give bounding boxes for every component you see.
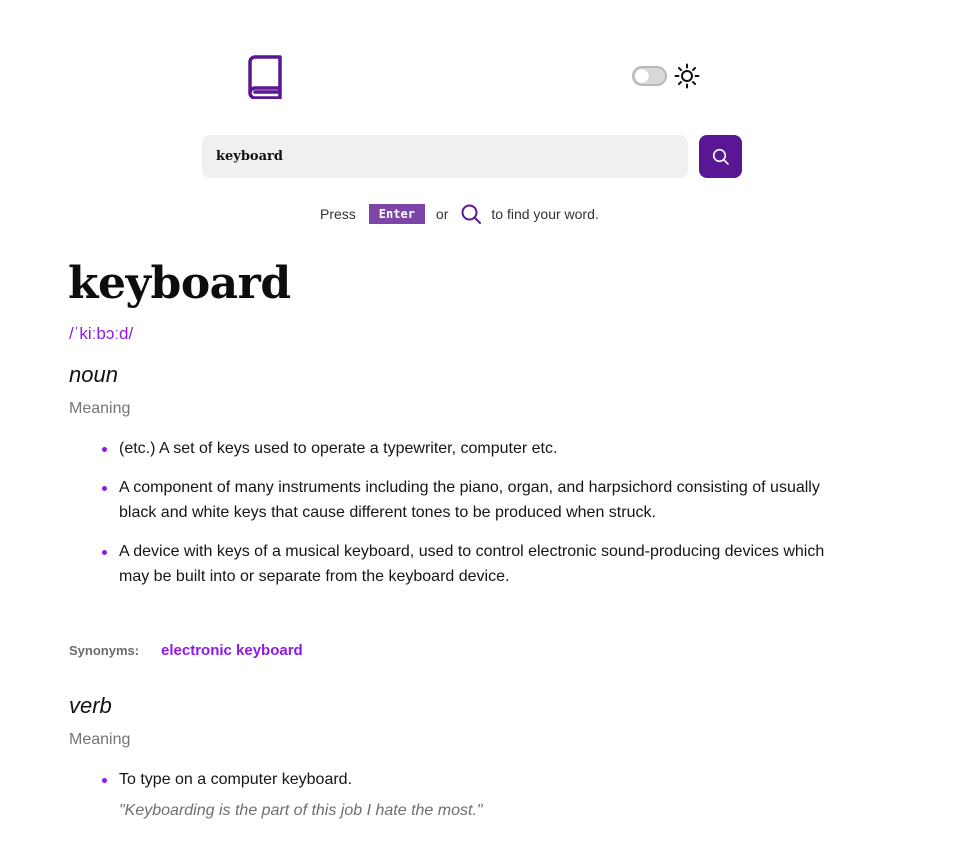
- synonym-link[interactable]: electronic keyboard: [161, 642, 303, 659]
- definition-item: To type on a computer keyboard.: [100, 767, 830, 793]
- enter-key-badge: Enter: [368, 204, 425, 224]
- search-hint: Press Enter or to find your word.: [320, 203, 599, 225]
- example-quote: "Keyboarding is the part of this job I h…: [119, 802, 483, 819]
- hint-or: or: [435, 206, 449, 222]
- meaning-label: Meaning: [69, 731, 131, 748]
- theme-toggle[interactable]: [632, 66, 667, 86]
- part-of-speech-noun: noun: [69, 362, 118, 387]
- header: [0, 0, 962, 110]
- definition-list-noun: (etc.) A set of keys used to operate a t…: [100, 436, 830, 603]
- synonyms-label: Synonyms:: [69, 643, 140, 658]
- definition-item: (etc.) A set of keys used to operate a t…: [100, 436, 830, 462]
- hint-press: Press: [320, 206, 356, 222]
- search-input[interactable]: [216, 135, 676, 178]
- part-of-speech-verb: verb: [69, 693, 112, 718]
- sun-icon[interactable]: [674, 63, 700, 89]
- phonetic: /ˈkiːbɔːd/: [69, 324, 134, 343]
- word-title: keyboard: [68, 258, 291, 309]
- definition-item: A device with keys of a musical keyboard…: [100, 539, 830, 590]
- search-icon: [712, 148, 729, 165]
- hint-suffix: to find your word.: [491, 206, 599, 222]
- book-icon[interactable]: [246, 55, 284, 99]
- search-icon: [461, 204, 482, 224]
- toggle-knob: [635, 69, 649, 83]
- search-button[interactable]: [699, 135, 742, 178]
- definition-list-verb: To type on a computer keyboard.: [100, 767, 830, 806]
- meaning-label: Meaning: [69, 400, 131, 417]
- definition-item: A component of many instruments includin…: [100, 475, 830, 526]
- search-box: [202, 135, 688, 178]
